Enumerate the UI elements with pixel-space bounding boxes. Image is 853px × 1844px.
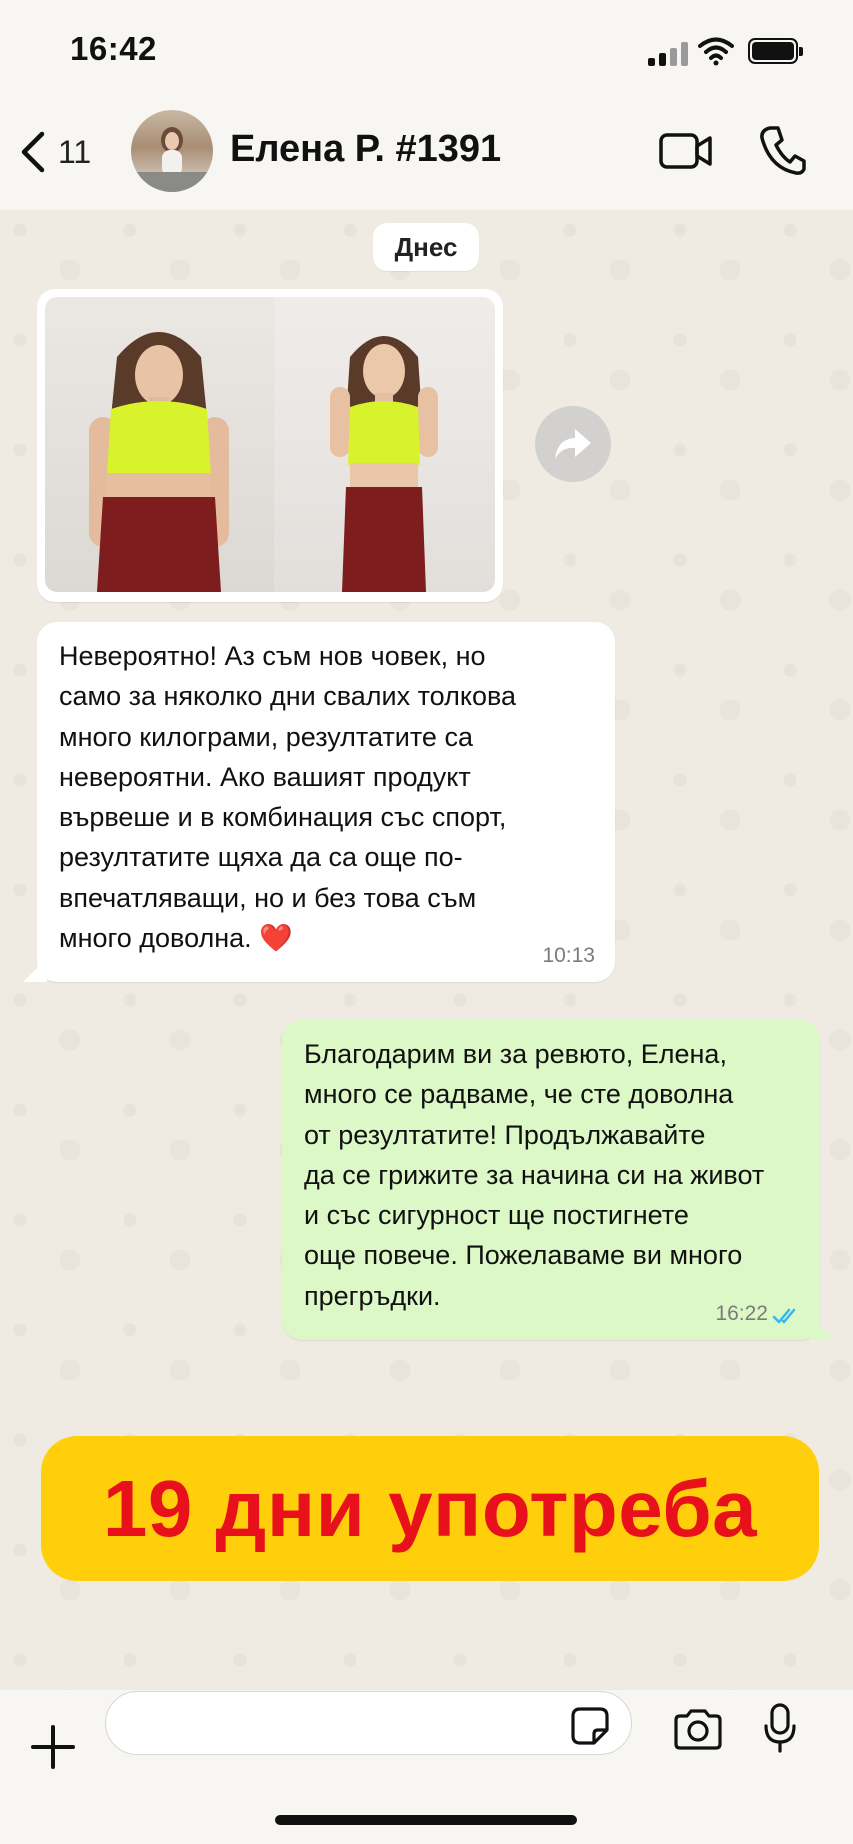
message-input[interactable] <box>130 1692 574 1754</box>
phone-icon[interactable] <box>758 124 806 176</box>
status-bar: 16:42 <box>0 0 853 100</box>
wifi-icon <box>698 37 734 66</box>
image-message[interactable] <box>37 289 503 602</box>
unread-count: 11 <box>58 133 92 170</box>
back-chevron-icon <box>21 131 45 173</box>
battery-icon <box>748 38 803 64</box>
plus-icon[interactable] <box>30 1724 76 1770</box>
double-check-icon <box>772 1308 796 1324</box>
outgoing-message[interactable]: Благодарим ви за ревюто, Елена, много се… <box>282 1020 834 1340</box>
message-text: Невероятно! Аз съм нов човек, но само за… <box>59 641 517 954</box>
forward-button[interactable] <box>535 406 611 482</box>
date-chip: Днес <box>373 223 479 271</box>
video-camera-icon[interactable] <box>658 130 714 172</box>
chat-header: 11 Елена Р. #1391 <box>0 100 853 210</box>
camera-icon[interactable] <box>672 1708 724 1750</box>
after-photo <box>274 297 495 592</box>
before-photo <box>45 297 274 592</box>
usage-banner: 19 дни употреба <box>41 1436 819 1581</box>
avatar-photo <box>131 127 213 192</box>
avatar[interactable] <box>131 110 213 192</box>
contact-name[interactable]: Елена Р. #1391 <box>230 128 501 171</box>
microphone-icon[interactable] <box>762 1702 798 1754</box>
status-time: 16:42 <box>70 30 157 67</box>
sticker-icon[interactable] <box>570 1706 610 1746</box>
home-indicator <box>275 1815 577 1825</box>
message-time: 16:22 <box>715 1302 768 1325</box>
message-time: 10:13 <box>542 944 595 967</box>
message-text: Благодарим ви за ревюто, Елена, много се… <box>304 1039 765 1311</box>
incoming-message[interactable]: Невероятно! Аз съм нов човек, но само за… <box>23 622 615 982</box>
forward-icon <box>555 429 591 459</box>
cellular-signal-icon <box>648 42 690 66</box>
back-button[interactable]: 11 <box>18 122 91 182</box>
banner-text: 19 дни употреба <box>102 1463 758 1553</box>
message-input-wrapper <box>105 1691 632 1755</box>
